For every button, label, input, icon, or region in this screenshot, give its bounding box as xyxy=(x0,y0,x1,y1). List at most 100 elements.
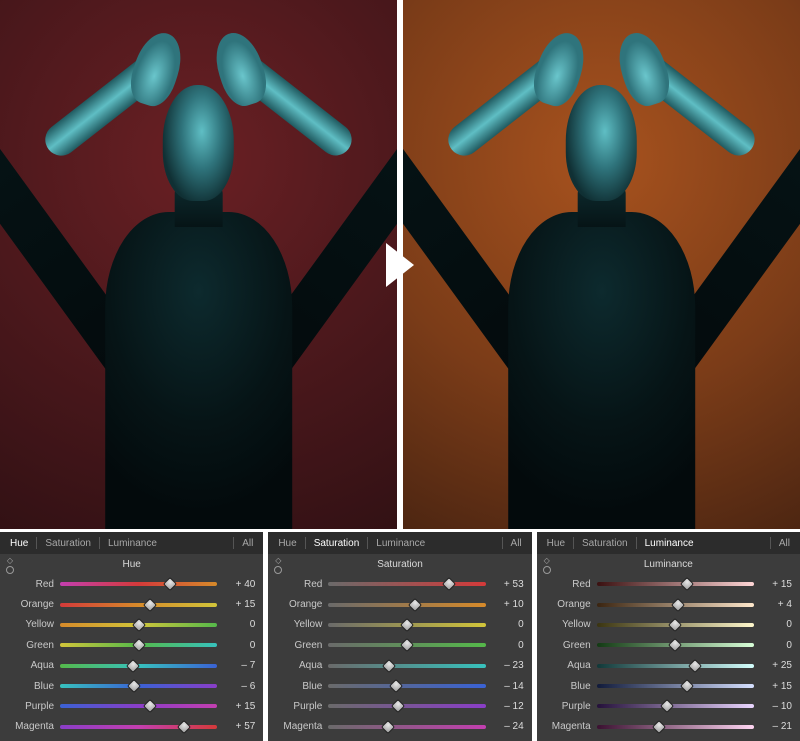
tab-saturation[interactable]: Saturation xyxy=(578,538,632,549)
slider-row-orange: Orange+ 15 xyxy=(6,596,255,614)
slider-value[interactable]: + 15 xyxy=(760,681,792,692)
slider-value[interactable]: + 15 xyxy=(223,701,255,712)
tab-saturation[interactable]: Saturation xyxy=(41,538,95,549)
slider-red[interactable] xyxy=(597,579,754,589)
slider-thumb[interactable] xyxy=(660,699,674,713)
slider-thumb[interactable] xyxy=(400,618,414,632)
tab-hue[interactable]: Hue xyxy=(6,538,32,549)
slider-aqua[interactable] xyxy=(597,661,754,671)
slider-red[interactable] xyxy=(60,579,217,589)
slider-thumb[interactable] xyxy=(163,577,177,591)
slider-track xyxy=(60,704,217,708)
slider-thumb[interactable] xyxy=(688,659,702,673)
tab-divider xyxy=(99,537,100,549)
slider-value[interactable]: 0 xyxy=(492,619,524,630)
tab-hue[interactable]: Hue xyxy=(274,538,300,549)
slider-thumb[interactable] xyxy=(126,659,140,673)
slider-orange[interactable] xyxy=(328,600,485,610)
slider-list: Red+ 15Orange+ 4Yellow0Green0Aqua+ 25Blu… xyxy=(537,574,800,737)
slider-value[interactable]: + 57 xyxy=(223,721,255,732)
slider-purple[interactable] xyxy=(60,701,217,711)
slider-magenta[interactable] xyxy=(597,722,754,732)
slider-value[interactable]: – 23 xyxy=(492,660,524,671)
slider-value[interactable]: + 25 xyxy=(760,660,792,671)
slider-value[interactable]: + 53 xyxy=(492,579,524,590)
slider-value[interactable]: + 40 xyxy=(223,579,255,590)
slider-thumb[interactable] xyxy=(127,679,141,693)
slider-value[interactable]: – 21 xyxy=(760,721,792,732)
tab-divider xyxy=(636,537,637,549)
before-image xyxy=(0,0,397,529)
slider-orange[interactable] xyxy=(597,600,754,610)
slider-value[interactable]: – 6 xyxy=(223,681,255,692)
slider-red[interactable] xyxy=(328,579,485,589)
slider-track xyxy=(328,704,485,708)
slider-thumb[interactable] xyxy=(143,699,157,713)
slider-thumb[interactable] xyxy=(176,720,190,734)
tab-saturation[interactable]: Saturation xyxy=(310,538,364,549)
slider-yellow[interactable] xyxy=(60,620,217,630)
tab-hue[interactable]: Hue xyxy=(543,538,569,549)
slider-value[interactable]: 0 xyxy=(760,640,792,651)
slider-thumb[interactable] xyxy=(382,659,396,673)
slider-value[interactable]: – 12 xyxy=(492,701,524,712)
slider-blue[interactable] xyxy=(328,681,485,691)
slider-thumb[interactable] xyxy=(132,618,146,632)
slider-thumb[interactable] xyxy=(680,577,694,591)
targeted-adjustment-icon[interactable]: ◇ xyxy=(543,556,551,574)
tab-all[interactable]: All xyxy=(775,538,794,549)
slider-value[interactable]: + 4 xyxy=(760,599,792,610)
slider-thumb[interactable] xyxy=(132,638,146,652)
slider-value[interactable]: – 24 xyxy=(492,721,524,732)
slider-value[interactable]: – 14 xyxy=(492,681,524,692)
slider-thumb[interactable] xyxy=(442,577,456,591)
slider-track xyxy=(328,582,485,586)
slider-orange[interactable] xyxy=(60,600,217,610)
slider-value[interactable]: 0 xyxy=(223,640,255,651)
targeted-adjustment-icon[interactable]: ◇ xyxy=(274,556,282,574)
slider-thumb[interactable] xyxy=(671,597,685,611)
slider-value[interactable]: – 7 xyxy=(223,660,255,671)
slider-label: Green xyxy=(543,640,591,651)
panel-tabs: Hue Saturation Luminance All xyxy=(268,532,531,554)
slider-thumb[interactable] xyxy=(400,638,414,652)
slider-label: Magenta xyxy=(6,721,54,732)
slider-thumb[interactable] xyxy=(668,618,682,632)
slider-aqua[interactable] xyxy=(328,661,485,671)
slider-value[interactable]: 0 xyxy=(492,640,524,651)
slider-value[interactable]: + 15 xyxy=(760,579,792,590)
slider-blue[interactable] xyxy=(597,681,754,691)
targeted-adjustment-icon[interactable]: ◇ xyxy=(6,556,14,574)
slider-blue[interactable] xyxy=(60,681,217,691)
slider-thumb[interactable] xyxy=(652,720,666,734)
slider-thumb[interactable] xyxy=(390,699,404,713)
slider-thumb[interactable] xyxy=(389,679,403,693)
slider-label: Red xyxy=(6,579,54,590)
tab-luminance[interactable]: Luminance xyxy=(641,538,698,549)
slider-thumb[interactable] xyxy=(408,597,422,611)
slider-magenta[interactable] xyxy=(328,722,485,732)
slider-magenta[interactable] xyxy=(60,722,217,732)
slider-value[interactable]: 0 xyxy=(223,619,255,630)
slider-yellow[interactable] xyxy=(328,620,485,630)
slider-thumb[interactable] xyxy=(381,720,395,734)
tab-luminance[interactable]: Luminance xyxy=(104,538,161,549)
slider-purple[interactable] xyxy=(597,701,754,711)
tab-luminance[interactable]: Luminance xyxy=(372,538,429,549)
slider-aqua[interactable] xyxy=(60,661,217,671)
slider-value[interactable]: 0 xyxy=(760,619,792,630)
slider-value[interactable]: + 10 xyxy=(492,599,524,610)
slider-thumb[interactable] xyxy=(668,638,682,652)
tab-all[interactable]: All xyxy=(507,538,526,549)
slider-value[interactable]: + 15 xyxy=(223,599,255,610)
tab-all[interactable]: All xyxy=(238,538,257,549)
slider-green[interactable] xyxy=(597,640,754,650)
slider-thumb[interactable] xyxy=(680,679,694,693)
slider-yellow[interactable] xyxy=(597,620,754,630)
slider-value[interactable]: – 10 xyxy=(760,701,792,712)
slider-green[interactable] xyxy=(328,640,485,650)
slider-purple[interactable] xyxy=(328,701,485,711)
slider-thumb[interactable] xyxy=(143,597,157,611)
slider-green[interactable] xyxy=(60,640,217,650)
slider-row-orange: Orange+ 4 xyxy=(543,596,792,614)
